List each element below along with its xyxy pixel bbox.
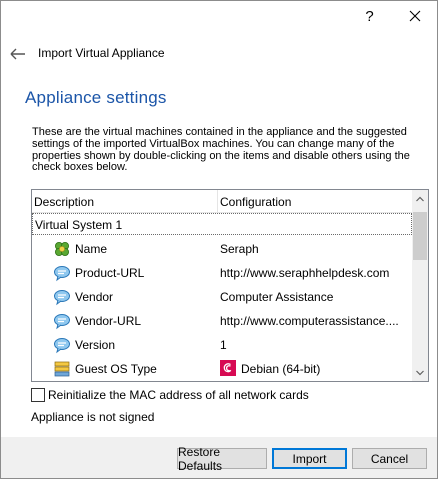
scroll-up-button[interactable]	[412, 190, 428, 207]
import-appliance-dialog: ? Import Virtual Appliance Appliance set…	[0, 0, 438, 479]
row-value: Computer Assistance	[220, 290, 334, 304]
back-arrow-icon[interactable]	[9, 45, 27, 63]
speech-bubble-icon	[54, 290, 70, 306]
speech-bubble-icon	[54, 314, 70, 330]
cancel-button[interactable]: Cancel	[352, 448, 427, 469]
close-icon	[409, 10, 420, 22]
row-value: Debian (64-bit)	[241, 362, 321, 376]
row-label: Product-URL	[75, 266, 145, 280]
row-label: Name	[75, 242, 108, 256]
page-description: These are the virtual machines contained…	[32, 126, 410, 174]
row-label: Guest OS Type	[75, 362, 157, 376]
tree-row-product-url[interactable]: Product-URL http://www.seraphhelpdesk.co…	[32, 261, 412, 285]
row-value: http://www.computerassistance....	[220, 314, 399, 328]
tree-row-virtual-system[interactable]: Virtual System 1	[32, 213, 412, 235]
import-button[interactable]: Import	[272, 448, 347, 469]
appliance-settings-tree[interactable]: Description Configuration Virtual System…	[31, 189, 429, 382]
help-button[interactable]: ?	[347, 1, 392, 31]
tree-row-name[interactable]: Name Seraph	[32, 237, 412, 261]
reinit-mac-checkbox[interactable]	[31, 388, 45, 402]
speech-bubble-icon	[54, 266, 70, 282]
row-value: 1	[220, 338, 227, 352]
vm-name-icon	[55, 242, 69, 256]
titlebar: ?	[1, 1, 437, 31]
column-header-configuration[interactable]: Configuration	[218, 190, 414, 212]
reinit-mac-label[interactable]: Reinitialize the MAC address of all netw…	[48, 388, 309, 402]
tree-header: Description Configuration	[32, 190, 412, 213]
speech-bubble-icon	[54, 338, 70, 354]
tree-scrollbar[interactable]	[412, 190, 428, 381]
signature-status: Appliance is not signed	[31, 410, 155, 424]
tree-row-vendor-url[interactable]: Vendor-URL http://www.computerassistance…	[32, 309, 412, 333]
row-label: Version	[75, 338, 116, 352]
os-type-icon	[54, 361, 70, 377]
close-button[interactable]	[392, 1, 437, 31]
wizard-header: Import Virtual Appliance	[1, 41, 437, 67]
chevron-up-icon	[416, 196, 424, 201]
chevron-down-icon	[416, 370, 424, 375]
tree-row-vendor[interactable]: Vendor Computer Assistance	[32, 285, 412, 309]
virtual-system-label: Virtual System 1	[35, 218, 123, 232]
row-value: Seraph	[220, 242, 259, 256]
scrollbar-thumb[interactable]	[413, 212, 427, 260]
restore-defaults-button[interactable]: Restore Defaults	[177, 445, 267, 473]
row-value: http://www.seraphhelpdesk.com	[220, 266, 390, 280]
page-heading: Appliance settings	[25, 88, 167, 107]
row-label: Vendor-URL	[75, 314, 142, 328]
row-label: Vendor	[75, 290, 114, 304]
dialog-title: Import Virtual Appliance	[38, 46, 165, 60]
tree-row-guest-os-type[interactable]: Guest OS Type Debian (64-bit)	[32, 357, 412, 381]
scroll-down-button[interactable]	[412, 364, 428, 381]
column-header-description[interactable]: Description	[32, 190, 218, 212]
tree-row-version[interactable]: Version 1	[32, 333, 412, 357]
debian-logo-icon	[220, 360, 236, 376]
